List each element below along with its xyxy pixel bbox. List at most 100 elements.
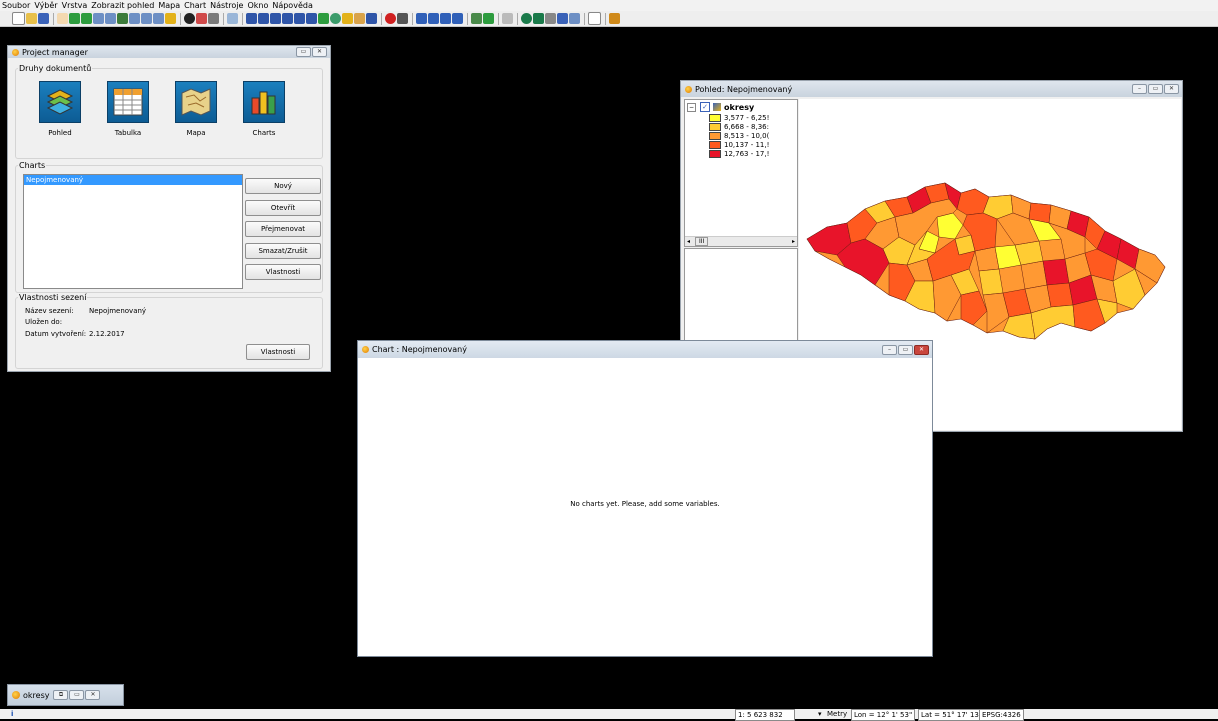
menu-okno[interactable]: Okno xyxy=(245,0,270,11)
layer-name[interactable]: okresy xyxy=(724,103,754,112)
select-by-layer-icon[interactable] xyxy=(294,13,305,24)
edit-pencil-icon[interactable] xyxy=(354,13,365,24)
open-folder-icon[interactable] xyxy=(26,13,37,24)
legend-item: 10,137 - 11,! xyxy=(709,140,799,149)
maximize-button[interactable]: ▭ xyxy=(898,344,913,355)
maximize-button[interactable]: ▭ xyxy=(69,690,85,700)
app-logo-icon xyxy=(685,85,692,93)
menu-chart[interactable]: Chart xyxy=(182,0,208,11)
crs-readout[interactable]: EPSG:4326 xyxy=(979,709,1024,721)
scroll-right-icon[interactable]: ▸ xyxy=(792,237,795,246)
menu-vyber[interactable]: Výběr xyxy=(32,0,59,11)
units-label[interactable]: Metry xyxy=(827,709,847,719)
zoom-previous-icon[interactable] xyxy=(117,13,128,24)
longitude-readout: Lon = 12° 1' 53" xyxy=(851,709,916,721)
zoom-out-icon[interactable] xyxy=(105,13,116,24)
minimize-button[interactable]: – xyxy=(882,344,897,355)
zoom-in-icon[interactable] xyxy=(93,13,104,24)
close-button[interactable]: ✕ xyxy=(312,47,327,57)
circle-green-icon[interactable] xyxy=(521,13,532,24)
legend-label: 10,137 - 11,! xyxy=(724,140,770,149)
tools-icon[interactable] xyxy=(397,13,408,24)
close-button[interactable]: ✕ xyxy=(85,690,101,700)
collapse-icon[interactable]: − xyxy=(687,102,696,112)
menu-vrstva[interactable]: Vrstva xyxy=(60,0,90,11)
filter-icon[interactable] xyxy=(366,13,377,24)
list-item[interactable]: Nepojmenovaný xyxy=(24,175,242,185)
session-created-value: 2.12.2017 xyxy=(89,330,125,338)
select-pointer-icon[interactable] xyxy=(246,13,257,24)
measure-icon[interactable] xyxy=(196,13,207,24)
grouped-bar-icon[interactable] xyxy=(440,13,451,24)
menu-nastroje[interactable]: Nástroje xyxy=(208,0,245,11)
main-toolbar xyxy=(0,11,1218,27)
table-view-icon[interactable] xyxy=(557,13,568,24)
new-button[interactable]: Nový xyxy=(245,178,321,194)
doc-type-pohled[interactable]: Pohled xyxy=(37,81,83,137)
graph-icon[interactable] xyxy=(227,13,238,24)
delete-button[interactable]: Smazat/Zrušit xyxy=(245,243,321,259)
export-icon[interactable] xyxy=(609,13,620,24)
close-button[interactable]: ✕ xyxy=(914,344,929,355)
bar-chart-icon[interactable] xyxy=(416,13,427,24)
new-file-icon[interactable] xyxy=(12,12,25,25)
restore-button[interactable]: ▭ xyxy=(296,47,311,57)
error-icon[interactable] xyxy=(385,13,396,24)
properties-button[interactable]: Vlastnosti xyxy=(245,264,321,280)
session-properties-button[interactable]: Vlastnosti xyxy=(246,344,310,360)
document-icon[interactable] xyxy=(588,12,601,25)
select-rectangle-icon[interactable] xyxy=(258,13,269,24)
doc-type-charts[interactable]: Charts xyxy=(241,81,287,137)
info-icon[interactable] xyxy=(184,13,195,24)
menu-mapa[interactable]: Mapa xyxy=(156,0,182,11)
minimize-button[interactable]: – xyxy=(1132,84,1147,94)
open-button[interactable]: Otevřít xyxy=(245,200,321,216)
legend-item: 8,513 - 10,0( xyxy=(709,131,799,140)
doc-type-tabulka[interactable]: Tabulka xyxy=(105,81,151,137)
zoom-forward-icon[interactable] xyxy=(153,13,164,24)
minimized-window-okresy[interactable]: okresy ⧉ ▭ ✕ xyxy=(7,684,124,706)
toc-horizontal-scrollbar[interactable]: ◂ III ▸ xyxy=(685,236,797,246)
rename-button[interactable]: Přejmenovat xyxy=(245,221,321,237)
scatter-icon[interactable] xyxy=(502,13,513,24)
select-attribute-icon[interactable] xyxy=(306,13,317,24)
project-manager-titlebar[interactable]: Project manager ▭ ✕ xyxy=(8,46,330,58)
window-icon[interactable] xyxy=(569,13,580,24)
doc-type-mapa[interactable]: Mapa xyxy=(173,81,219,137)
chart-window: Chart : Nepojmenovaný – ▭ ✕ No charts ye… xyxy=(357,340,933,657)
legend-item: 12,763 - 17,! xyxy=(709,149,799,158)
invert-selection-icon[interactable] xyxy=(318,13,329,24)
query-icon[interactable] xyxy=(342,13,353,24)
menu-soubor[interactable]: Soubor xyxy=(0,0,32,11)
layer-tools-icon[interactable] xyxy=(471,13,482,24)
histogram-icon[interactable] xyxy=(428,13,439,24)
view-titlebar[interactable]: Pohled: Nepojmenovaný – ▭ ✕ xyxy=(681,81,1182,97)
scroll-left-icon[interactable]: ◂ xyxy=(687,238,690,245)
download-icon[interactable] xyxy=(483,13,494,24)
settings-icon[interactable] xyxy=(545,13,556,24)
add-layer-icon[interactable] xyxy=(165,13,176,24)
menu-zobrazit-pohled[interactable]: Zobrazit pohled xyxy=(89,0,156,11)
menu-napoveda[interactable]: Nápověda xyxy=(270,0,315,11)
scale-field[interactable]: 1: 5 623 832 xyxy=(735,709,795,721)
pan-hand-icon[interactable] xyxy=(57,13,68,24)
print-icon[interactable] xyxy=(208,13,219,24)
stacked-bar-icon[interactable] xyxy=(452,13,463,24)
zoom-extent-icon[interactable] xyxy=(69,13,80,24)
zoom-back-icon[interactable] xyxy=(141,13,152,24)
select-circle-icon[interactable] xyxy=(282,13,293,24)
scroll-thumb[interactable]: III xyxy=(694,237,709,246)
select-polygon-icon[interactable] xyxy=(270,13,281,24)
zoom-layer-icon[interactable] xyxy=(81,13,92,24)
close-button[interactable]: ✕ xyxy=(1164,84,1179,94)
chart-titlebar[interactable]: Chart : Nepojmenovaný – ▭ ✕ xyxy=(358,341,932,358)
globe-icon[interactable] xyxy=(330,13,341,24)
zoom-selection-icon[interactable] xyxy=(129,13,140,24)
units-dropdown-arrow-icon[interactable]: ▾ xyxy=(818,709,822,719)
maximize-button[interactable]: ▭ xyxy=(1148,84,1163,94)
save-icon[interactable] xyxy=(38,13,49,24)
grid-icon[interactable] xyxy=(533,13,544,24)
layer-visible-checkbox[interactable]: ✓ xyxy=(700,102,710,112)
restore-button[interactable]: ⧉ xyxy=(53,690,69,700)
charts-list[interactable]: Nepojmenovaný xyxy=(23,174,243,289)
